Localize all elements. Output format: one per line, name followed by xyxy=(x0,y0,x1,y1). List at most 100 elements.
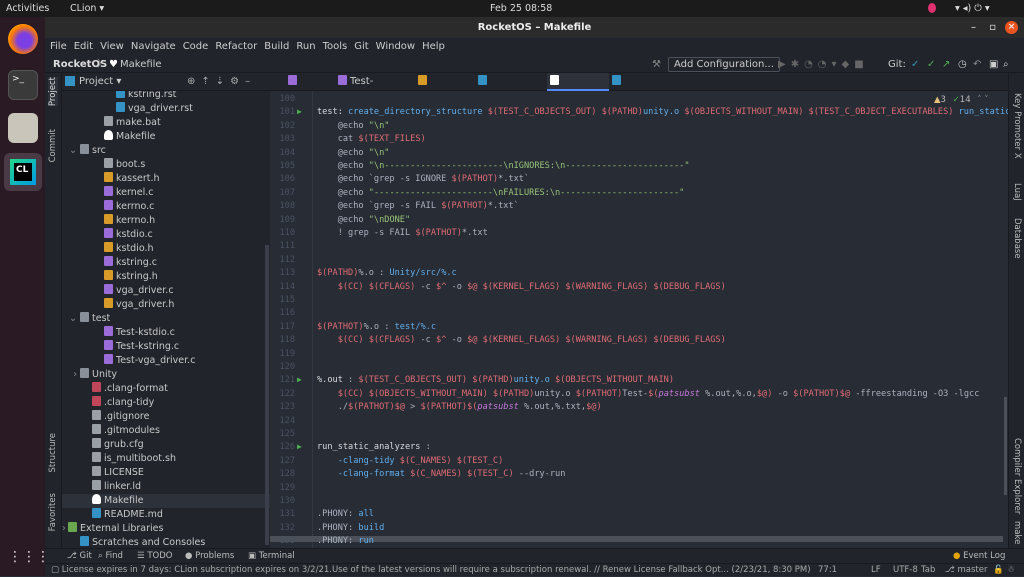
make-tool-button[interactable]: make xyxy=(1012,521,1022,544)
git-branch[interactable]: ⎇ master xyxy=(945,564,987,577)
tree-item[interactable]: linker.ld xyxy=(62,480,270,494)
clock[interactable]: Feb 25 08:58 xyxy=(490,3,552,14)
luaj-tool-button[interactable]: LuaJ xyxy=(1012,183,1022,201)
tree-item[interactable]: .gitmodules xyxy=(62,424,270,438)
tab-kstring-h[interactable]: kstring.h× xyxy=(415,73,475,105)
files-icon[interactable] xyxy=(8,113,38,143)
tree-item[interactable]: Makefile xyxy=(62,130,270,144)
menu-code[interactable]: Code xyxy=(183,38,209,56)
indent-setting[interactable]: Tab xyxy=(921,564,935,577)
inspections-widget[interactable]: ▲3 ✓14 ˄ ˅ xyxy=(934,95,989,105)
rollback-icon[interactable]: ↶ xyxy=(973,56,981,73)
hammer-icon[interactable]: ⚒ xyxy=(652,56,661,73)
status-message[interactable]: ▢ License expires in 7 days: CLion subsc… xyxy=(51,564,811,577)
tree-item[interactable]: README.md xyxy=(62,508,270,522)
event-log-button[interactable]: ● Event Log xyxy=(953,549,1005,564)
terminal-icon[interactable]: >_ xyxy=(8,70,38,100)
tree-item[interactable]: grub.cfg xyxy=(62,438,270,452)
tab-kassert-rst[interactable]: kassert.rst× xyxy=(609,73,677,105)
tree-item[interactable]: kerrno.c xyxy=(62,200,270,214)
menu-refactor[interactable]: Refactor xyxy=(215,38,257,56)
chevron-down-icon[interactable]: ⌄ xyxy=(62,312,80,326)
app-menu[interactable]: CLion ▾ xyxy=(70,3,104,14)
tree-item[interactable]: .clang-tidy xyxy=(62,396,270,410)
tree-item[interactable]: › Unity xyxy=(62,368,270,382)
maximize-button[interactable]: ▫ xyxy=(989,17,996,38)
project-panel-actions[interactable]: ⊕⇡⇣⚙– xyxy=(187,73,256,91)
tree-item[interactable]: .clang-format xyxy=(62,382,270,396)
tree-item[interactable]: boot.s xyxy=(62,158,270,172)
project-view-selector[interactable]: Project ▾ xyxy=(79,73,121,91)
add-configuration-button[interactable]: Add Configuration... xyxy=(668,57,780,72)
run-debug-controls[interactable]: ▶✱◔◔▾◆■ xyxy=(778,56,869,73)
search-icon[interactable]: ⌕ xyxy=(1003,56,1009,73)
tree-item[interactable]: vga_driver.c xyxy=(62,284,270,298)
file-encoding[interactable]: UTF-8 xyxy=(893,564,918,577)
run-target-icon[interactable]: ▶ xyxy=(297,107,302,116)
terminal-tool-tab[interactable]: ▣ Terminal xyxy=(248,549,295,564)
lock-icon[interactable]: 🔓 xyxy=(993,564,1004,577)
firefox-icon[interactable] xyxy=(8,24,38,54)
inspector-icon[interactable]: ☃ xyxy=(1007,564,1015,577)
tree-item[interactable]: kerrno.h xyxy=(62,214,270,228)
tree-item[interactable]: kernel.c xyxy=(62,186,270,200)
run-target-icon[interactable]: ▶ xyxy=(297,375,302,384)
layout-icon[interactable]: ▣ xyxy=(989,56,998,73)
menu-edit[interactable]: Edit xyxy=(74,38,93,56)
tree-item[interactable]: › External Libraries xyxy=(62,522,270,536)
key-promoter-tool-button[interactable]: Key Promoter X xyxy=(1012,93,1022,159)
prev-next-icons[interactable]: ˄ ˅ xyxy=(977,95,988,105)
tree-item[interactable]: vga_driver.rst xyxy=(62,102,270,116)
tree-item[interactable]: kstring.h xyxy=(62,270,270,284)
database-tool-button[interactable]: Database xyxy=(1012,218,1022,259)
tree-item[interactable]: Test-kstring.c xyxy=(62,340,270,354)
tree-item[interactable]: ⌄ test xyxy=(62,312,270,326)
tree-item[interactable]: Scratches and Consoles xyxy=(62,536,270,548)
tree-item[interactable]: vga_driver.h xyxy=(62,298,270,312)
menu-git[interactable]: Git xyxy=(354,38,368,56)
tree-item[interactable]: kstring.rst xyxy=(62,91,270,102)
tree-item[interactable]: .gitignore xyxy=(62,410,270,424)
compiler-explorer-tool-button[interactable]: Compiler Explorer xyxy=(1012,438,1022,514)
tree-item[interactable]: kstring.c xyxy=(62,256,270,270)
tab-makefile[interactable]: Makefile× xyxy=(547,73,609,105)
horizontal-scrollbar[interactable] xyxy=(270,536,1003,542)
project-tool-button[interactable]: Project xyxy=(48,77,58,107)
code-editor[interactable]: ▲3 ✓14 ˄ ˅ 100 101 ▶ test: create_directory… xyxy=(270,91,1008,548)
show-apps-icon[interactable]: ⋮⋮⋮ xyxy=(8,542,50,572)
line-separator[interactable]: LF xyxy=(871,564,881,577)
clion-icon[interactable]: CL xyxy=(4,153,42,191)
menu-run[interactable]: Run xyxy=(296,38,315,56)
menu-file[interactable]: File xyxy=(50,38,67,56)
vertical-scrollbar[interactable] xyxy=(1004,397,1007,495)
app-indicator-icon[interactable] xyxy=(928,3,936,13)
git-tool-tab[interactable]: ⎇ Git xyxy=(67,549,92,564)
chevron-down-icon[interactable]: ⌄ xyxy=(62,144,80,158)
menu-tools[interactable]: Tools xyxy=(323,38,348,56)
menu-build[interactable]: Build xyxy=(264,38,289,56)
run-target-icon[interactable]: ▶ xyxy=(297,442,302,451)
menu-navigate[interactable]: Navigate xyxy=(131,38,176,56)
favorites-tool-button[interactable]: Favorites xyxy=(48,493,58,531)
commit-tool-button[interactable]: Commit xyxy=(48,129,58,162)
tree-item[interactable]: kstdio.h xyxy=(62,242,270,256)
chevron-right-icon[interactable]: › xyxy=(62,368,80,382)
tree-item[interactable]: Makefile xyxy=(62,494,270,508)
git-update-icon[interactable]: ✓ xyxy=(911,56,919,73)
breadcrumb-file[interactable]: Makefile xyxy=(120,56,162,73)
activities-button[interactable]: Activities xyxy=(6,3,49,14)
tree-item[interactable]: kassert.h xyxy=(62,172,270,186)
project-scrollbar[interactable] xyxy=(265,245,269,545)
tree-item[interactable]: make.bat xyxy=(62,116,270,130)
problems-tool-tab[interactable]: ● Problems xyxy=(185,549,234,564)
menu-window[interactable]: Window xyxy=(376,38,415,56)
structure-tool-button[interactable]: Structure xyxy=(48,433,58,473)
git-commit-icon[interactable]: ✓ xyxy=(927,56,935,73)
git-push-icon[interactable]: ↗ xyxy=(942,56,950,73)
tree-item[interactable]: kstdio.c xyxy=(62,228,270,242)
tab-kstring-rst[interactable]: kstring.rst× xyxy=(475,73,547,105)
tab-test-kstring-c[interactable]: Test-kstring.c× xyxy=(335,73,415,105)
tree-item[interactable]: Test-kstdio.c xyxy=(62,326,270,340)
tree-item[interactable]: LICENSE xyxy=(62,466,270,480)
todo-tool-tab[interactable]: ☰ TODO xyxy=(137,549,172,564)
